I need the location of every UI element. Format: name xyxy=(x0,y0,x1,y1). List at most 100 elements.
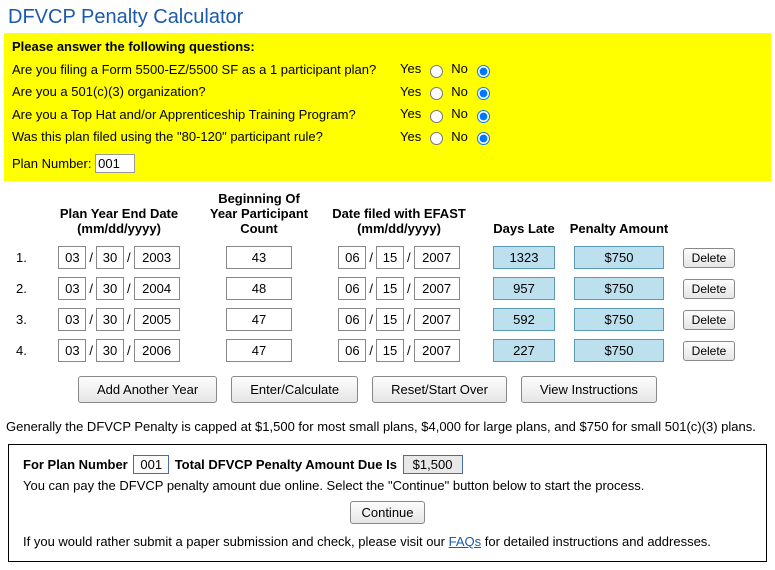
filed-mm-input[interactable] xyxy=(338,308,366,331)
faqs-link[interactable]: FAQs xyxy=(449,534,482,549)
table-row: 3.////592$750Delete xyxy=(4,304,771,335)
filed-mm-input[interactable] xyxy=(338,339,366,362)
yes-radio[interactable] xyxy=(430,87,443,100)
yes-radio[interactable] xyxy=(430,110,443,123)
slash: / xyxy=(407,281,411,296)
button-row: Add Another Year Enter/Calculate Reset/S… xyxy=(78,376,771,403)
summary-total-label: Total DFVCP Penalty Amount Due Is xyxy=(175,457,397,472)
slash: / xyxy=(407,312,411,327)
no-label: No xyxy=(451,106,468,121)
slash: / xyxy=(127,343,131,358)
filed-dd-input[interactable] xyxy=(376,277,404,300)
no-radio[interactable] xyxy=(477,65,490,78)
end-mm-input[interactable] xyxy=(58,339,86,362)
filed-dd-input[interactable] xyxy=(376,308,404,331)
penalty-amount: $750 xyxy=(574,277,664,300)
end-dd-input[interactable] xyxy=(96,339,124,362)
slash: / xyxy=(89,312,93,327)
question-row: Was this plan filed using the "80-120" p… xyxy=(12,126,763,149)
end-mm-input[interactable] xyxy=(58,246,86,269)
delete-button[interactable]: Delete xyxy=(683,279,736,299)
question-row: Are you a 501(c)(3) organization?YesNo xyxy=(12,81,763,104)
row-index: 2. xyxy=(4,281,34,296)
col-header-enddate: Plan Year End Date (mm/dd/yyyy) xyxy=(34,206,204,236)
row-index: 4. xyxy=(4,343,34,358)
col-header-days: Days Late xyxy=(484,221,564,236)
yes-label: Yes xyxy=(400,61,421,76)
penalty-amount: $750 xyxy=(574,308,664,331)
paper-pre: If you would rather submit a paper submi… xyxy=(23,534,449,549)
plan-number-label: Plan Number: xyxy=(12,156,91,171)
summary-plan-number: 001 xyxy=(133,455,169,474)
add-year-button[interactable]: Add Another Year xyxy=(78,376,217,403)
cap-note: Generally the DFVCP Penalty is capped at… xyxy=(6,419,769,434)
count-input[interactable] xyxy=(226,308,292,331)
filed-yyyy-input[interactable] xyxy=(414,246,460,269)
end-dd-input[interactable] xyxy=(96,277,124,300)
yes-radio[interactable] xyxy=(430,132,443,145)
row-index: 1. xyxy=(4,250,34,265)
table-row: 4.////227$750Delete xyxy=(4,335,771,366)
slash: / xyxy=(369,312,373,327)
filed-mm-input[interactable] xyxy=(338,246,366,269)
end-mm-input[interactable] xyxy=(58,308,86,331)
slash: / xyxy=(89,281,93,296)
instructions-button[interactable]: View Instructions xyxy=(521,376,657,403)
end-dd-input[interactable] xyxy=(96,308,124,331)
count-input[interactable] xyxy=(226,277,292,300)
yes-label: Yes xyxy=(400,84,421,99)
yes-radio[interactable] xyxy=(430,65,443,78)
col-header-penalty: Penalty Amount xyxy=(564,221,674,236)
end-dd-input[interactable] xyxy=(96,246,124,269)
summary-paper-text: If you would rather submit a paper submi… xyxy=(23,534,752,549)
filed-dd-input[interactable] xyxy=(376,246,404,269)
slash: / xyxy=(89,343,93,358)
filed-yyyy-input[interactable] xyxy=(414,339,460,362)
no-radio[interactable] xyxy=(477,110,490,123)
end-mm-input[interactable] xyxy=(58,277,86,300)
end-yyyy-input[interactable] xyxy=(134,308,180,331)
no-radio[interactable] xyxy=(477,132,490,145)
no-label: No xyxy=(451,129,468,144)
col-header-count: Beginning Of Year Participant Count xyxy=(204,191,314,236)
no-radio[interactable] xyxy=(477,87,490,100)
row-index: 3. xyxy=(4,312,34,327)
question-text: Was this plan filed using the "80-120" p… xyxy=(12,129,400,144)
delete-button[interactable]: Delete xyxy=(683,248,736,268)
days-late: 227 xyxy=(493,339,555,362)
question-text: Are you a Top Hat and/or Apprenticeship … xyxy=(12,107,400,122)
filed-dd-input[interactable] xyxy=(376,339,404,362)
summary-for-plan: For Plan Number xyxy=(23,457,128,472)
slash: / xyxy=(89,250,93,265)
days-late: 592 xyxy=(493,308,555,331)
slash: / xyxy=(369,343,373,358)
filed-mm-input[interactable] xyxy=(338,277,366,300)
plan-number-input[interactable] xyxy=(95,154,135,173)
table-row: 1.////1323$750Delete xyxy=(4,242,771,273)
summary-total-amount: $1,500 xyxy=(403,455,463,474)
calculate-button[interactable]: Enter/Calculate xyxy=(231,376,358,403)
penalty-amount: $750 xyxy=(574,246,664,269)
reset-button[interactable]: Reset/Start Over xyxy=(372,376,507,403)
filed-yyyy-input[interactable] xyxy=(414,277,460,300)
count-input[interactable] xyxy=(226,246,292,269)
end-yyyy-input[interactable] xyxy=(134,246,180,269)
end-yyyy-input[interactable] xyxy=(134,277,180,300)
paper-post: for detailed instructions and addresses. xyxy=(481,534,711,549)
questions-header: Please answer the following questions: xyxy=(12,39,763,54)
slash: / xyxy=(127,250,131,265)
days-late: 1323 xyxy=(493,246,555,269)
delete-button[interactable]: Delete xyxy=(683,310,736,330)
slash: / xyxy=(369,250,373,265)
end-yyyy-input[interactable] xyxy=(134,339,180,362)
no-label: No xyxy=(451,84,468,99)
count-input[interactable] xyxy=(226,339,292,362)
questions-panel: Please answer the following questions: A… xyxy=(4,33,771,181)
table-row: 2.////957$750Delete xyxy=(4,273,771,304)
delete-button[interactable]: Delete xyxy=(683,341,736,361)
yes-label: Yes xyxy=(400,129,421,144)
continue-button[interactable]: Continue xyxy=(350,501,424,524)
penalty-amount: $750 xyxy=(574,339,664,362)
filed-yyyy-input[interactable] xyxy=(414,308,460,331)
table-area: Plan Year End Date (mm/dd/yyyy) Beginnin… xyxy=(4,191,771,403)
